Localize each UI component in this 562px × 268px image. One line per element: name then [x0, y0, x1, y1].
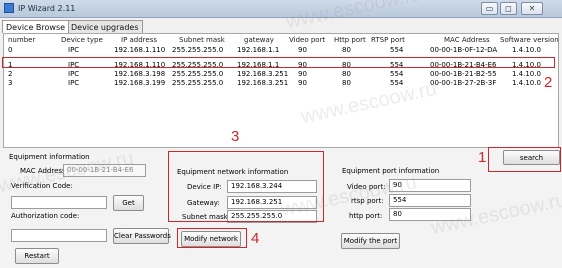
- cell-gateway: 192.168.3.251: [237, 79, 289, 87]
- column-header-number[interactable]: number: [8, 36, 35, 44]
- cell-software-version: 1.4.10.0: [512, 61, 541, 69]
- cell-gateway: 192.168.1.1: [237, 61, 280, 69]
- modify-network-button[interactable]: Modify network: [181, 231, 241, 247]
- table-row-selected[interactable]: 1 IPC 192.168.1.110 255.255.255.0 192.16…: [4, 61, 558, 69]
- cell-http-port: 80: [342, 79, 351, 87]
- cell-subnet-mask: 255.255.255.0: [172, 79, 224, 87]
- table-row[interactable]: 3 IPC 192.168.3.199 255.255.255.0 192.16…: [4, 79, 558, 87]
- cell-http-port: 80: [342, 70, 351, 78]
- cell-ip-address: 192.168.3.198: [114, 70, 166, 78]
- tab-bar: Device Browse Device upgrades: [0, 20, 562, 33]
- cell-device-type: IPC: [68, 46, 80, 54]
- cell-http-port: 80: [342, 61, 351, 69]
- app-icon: [4, 3, 14, 13]
- cell-number: 3: [8, 79, 13, 87]
- tab-device-upgrades[interactable]: Device upgrades: [67, 20, 143, 33]
- get-button[interactable]: Get: [113, 195, 144, 211]
- annotation-number-4: 4: [251, 230, 260, 247]
- column-header-video-port[interactable]: Video port: [289, 36, 325, 44]
- gateway-label: Gateway:: [187, 199, 220, 207]
- verification-code-field[interactable]: [11, 196, 107, 209]
- maximize-button[interactable]: ◻: [500, 2, 517, 15]
- network-info-heading: Equipment network information: [177, 168, 289, 176]
- table-row[interactable]: 2 IPC 192.168.3.198 255.255.255.0 192.16…: [4, 70, 558, 78]
- column-header-mac-address[interactable]: MAC Address: [444, 36, 490, 44]
- cell-subnet-mask: 255.255.255.0: [172, 61, 224, 69]
- subnet-mask-label: Subnet mask:: [182, 213, 231, 221]
- cell-rtsp-port: 554: [390, 61, 404, 69]
- cell-mac-address: 00-00-1B-27-2B-3F: [430, 79, 497, 87]
- device-ip-field[interactable]: 192.168.3.244: [227, 180, 317, 193]
- column-header-ip-address[interactable]: IP address: [121, 36, 157, 44]
- column-header-subnet-mask[interactable]: Subnet mask: [179, 36, 225, 44]
- cell-software-version: 1.4.10.0: [512, 46, 541, 54]
- cell-software-version: 1.4.10.0: [512, 70, 541, 78]
- restart-button[interactable]: Restart: [15, 248, 59, 264]
- minimize-button[interactable]: ▭: [481, 2, 498, 15]
- cell-number: 0: [8, 46, 13, 54]
- cell-video-port: 90: [298, 70, 307, 78]
- close-button[interactable]: ✕: [521, 2, 543, 15]
- cell-gateway: 192.168.1.1: [237, 46, 280, 54]
- cell-ip-address: 192.168.1.110: [114, 46, 166, 54]
- modify-port-button[interactable]: Modify the port: [341, 233, 400, 249]
- cell-mac-address: 00-00-1B-21-B2-55: [430, 70, 497, 78]
- cell-mac-address: 00-00-1B-21-B4-E6: [430, 61, 497, 69]
- search-button[interactable]: search: [503, 150, 560, 165]
- window-title: IP Wizard 2.11: [18, 4, 76, 13]
- cell-ip-address: 192.168.1.110: [114, 61, 166, 69]
- cell-subnet-mask: 255.255.255.0: [172, 46, 224, 54]
- title-bar: IP Wizard 2.11 ▭ ◻ ✕: [0, 0, 562, 18]
- cell-video-port: 90: [298, 61, 307, 69]
- cell-ip-address: 192.168.3.199: [114, 79, 166, 87]
- column-header-http-port[interactable]: Http port: [334, 36, 366, 44]
- table-row[interactable]: 0 IPC 192.168.1.110 255.255.255.0 192.16…: [4, 46, 558, 54]
- cell-device-type: IPC: [68, 70, 80, 78]
- cell-number: 1: [8, 61, 13, 69]
- cell-mac-address: 00-00-1B-0F-12-DA: [430, 46, 498, 54]
- cell-rtsp-port: 554: [390, 46, 404, 54]
- cell-software-version: 1.4.10.0: [512, 79, 541, 87]
- cell-device-type: IPC: [68, 79, 80, 87]
- column-header-gateway[interactable]: gateway: [244, 36, 274, 44]
- cell-number: 2: [8, 70, 13, 78]
- cell-video-port: 90: [298, 46, 307, 54]
- column-header-rtsp-port[interactable]: RTSP port: [371, 36, 405, 44]
- clear-passwords-button[interactable]: Clear Passwords: [113, 228, 171, 244]
- port-info-heading: Equipment port information: [342, 167, 440, 175]
- authorization-code-label: Authorization code:: [11, 212, 80, 220]
- tab-device-browse[interactable]: Device Browse: [2, 20, 70, 33]
- column-header-software-version[interactable]: Software version: [500, 36, 559, 44]
- cell-http-port: 80: [342, 46, 351, 54]
- device-ip-label: Device IP:: [187, 183, 222, 191]
- cell-subnet-mask: 255.255.255.0: [172, 70, 224, 78]
- cell-rtsp-port: 554: [390, 70, 404, 78]
- cell-gateway: 192.168.3.251: [237, 70, 289, 78]
- annotation-number-1: 1: [478, 149, 487, 166]
- column-header-device-type[interactable]: Device type: [61, 36, 103, 44]
- annotation-number-3: 3: [231, 128, 240, 145]
- device-table[interactable]: number Device type IP address Subnet mas…: [3, 33, 559, 148]
- authorization-code-field[interactable]: [11, 229, 107, 242]
- cell-video-port: 90: [298, 79, 307, 87]
- http-port-label: http port:: [349, 212, 383, 220]
- annotation-number-2: 2: [544, 74, 553, 91]
- cell-device-type: IPC: [68, 61, 80, 69]
